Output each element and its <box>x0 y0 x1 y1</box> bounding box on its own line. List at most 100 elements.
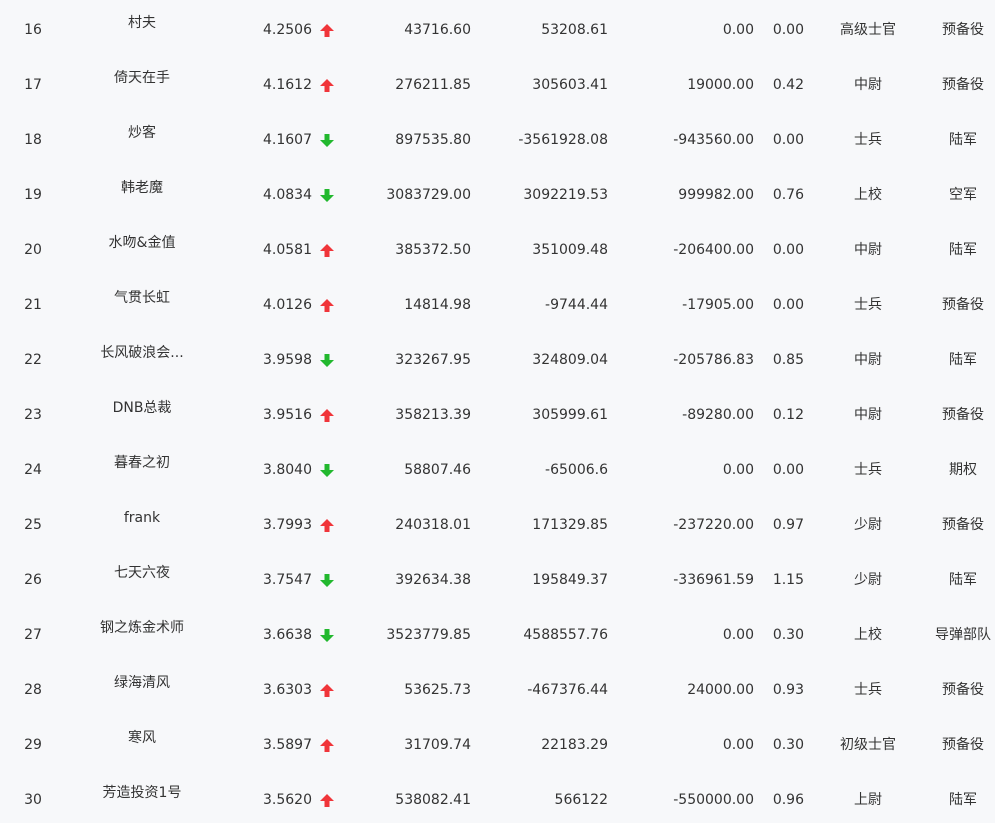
arrow-up-icon <box>318 773 336 823</box>
arrow-down-icon <box>318 553 336 608</box>
cash-cell: 0.00 <box>722 627 754 643</box>
military-rank-cell: 中尉 <box>854 352 882 368</box>
cash-cell: -550000.00 <box>673 792 754 808</box>
profit-cell: -467376.44 <box>527 682 608 698</box>
military-rank-cell: 上校 <box>854 627 882 643</box>
military-rank-cell: 上校 <box>854 187 882 203</box>
name-cell[interactable]: DNB总裁 <box>52 381 232 436</box>
profit-cell: 351009.48 <box>532 242 608 258</box>
table-row: 30 芳造投资1号 3.5620 538082.41 566122 -550000.00 0… <box>0 773 995 823</box>
arrow-up-icon <box>318 3 336 58</box>
army-cell: 陆军 <box>949 572 977 588</box>
army-cell: 预备役 <box>942 297 984 313</box>
military-rank-cell: 士兵 <box>854 297 882 313</box>
profit-cell: 305603.41 <box>532 77 608 93</box>
arrow-down-icon <box>318 333 336 388</box>
military-rank-cell: 中尉 <box>854 77 882 93</box>
arrow-down-icon <box>318 168 336 223</box>
ratio-cell: 1.15 <box>772 572 804 588</box>
ratio-cell: 0.76 <box>772 187 804 203</box>
cash-cell: -89280.00 <box>682 407 754 423</box>
cash-cell: -205786.83 <box>673 352 754 368</box>
military-rank-cell: 士兵 <box>854 682 882 698</box>
cash-cell: 999982.00 <box>678 187 754 203</box>
name-cell[interactable]: 韩老魔 <box>52 161 232 216</box>
total-asset-cell: 276211.85 <box>395 77 471 93</box>
table-row: 28 绿海清风 3.6303 53625.73 -467376.44 24000.00 0.… <box>0 663 995 718</box>
score-cell: 4.1607 <box>263 132 312 148</box>
military-rank-cell: 高级士官 <box>840 22 896 38</box>
name-cell[interactable]: 寒风 <box>52 711 232 766</box>
name-cell[interactable]: 绿海清风 <box>52 656 232 711</box>
cash-cell: -943560.00 <box>673 132 754 148</box>
arrow-up-icon <box>318 718 336 773</box>
total-asset-cell: 240318.01 <box>395 517 471 533</box>
army-cell: 陆军 <box>949 352 977 368</box>
score-cell: 3.9516 <box>263 407 312 423</box>
name-cell[interactable]: 倚天在手 <box>52 51 232 106</box>
name-cell[interactable]: 暮春之初 <box>52 436 232 491</box>
arrow-up-icon <box>318 388 336 443</box>
name-cell[interactable]: 芳造投资1号 <box>52 766 232 821</box>
arrow-up-icon <box>318 278 336 333</box>
military-rank-cell: 少尉 <box>854 517 882 533</box>
score-cell: 4.2506 <box>263 22 312 38</box>
name-cell[interactable]: 水吻&金值 <box>52 216 232 271</box>
total-asset-cell: 358213.39 <box>395 407 471 423</box>
name-cell[interactable]: 村夫 <box>52 0 232 51</box>
army-cell: 期权 <box>949 462 977 478</box>
score-cell: 3.7993 <box>263 517 312 533</box>
arrow-up-icon <box>318 223 336 278</box>
name-cell[interactable]: 炒客 <box>52 106 232 161</box>
name-cell[interactable]: 钢之炼金术师 <box>52 601 232 656</box>
name-cell[interactable]: 长风破浪会... <box>52 326 232 381</box>
score-cell: 3.8040 <box>263 462 312 478</box>
total-asset-cell: 3523779.85 <box>386 627 471 643</box>
score-cell: 3.5620 <box>263 792 312 808</box>
ratio-cell: 0.00 <box>772 462 804 478</box>
ratio-cell: 0.30 <box>772 737 804 753</box>
profit-cell: -3561928.08 <box>518 132 608 148</box>
cash-cell: -336961.59 <box>673 572 754 588</box>
total-asset-cell: 538082.41 <box>395 792 471 808</box>
military-rank-cell: 士兵 <box>854 132 882 148</box>
total-asset-cell: 385372.50 <box>395 242 471 258</box>
profit-cell: -9744.44 <box>545 297 608 313</box>
table-row: 25 frank 3.7993 240318.01 171329.85 -237220.0… <box>0 498 995 553</box>
name-cell[interactable]: frank <box>52 491 232 546</box>
cash-cell: 0.00 <box>722 737 754 753</box>
table-row: 29 寒风 3.5897 31709.74 22183.29 0.00 0.30 初级士官 预备… <box>0 718 995 773</box>
cash-cell: 0.00 <box>722 462 754 478</box>
ratio-cell: 0.96 <box>772 792 804 808</box>
ratio-cell: 0.93 <box>772 682 804 698</box>
table-row: 16 村夫 4.2506 43716.60 53208.61 0.00 0.00 高级士官 预备… <box>0 3 995 58</box>
score-cell: 3.7547 <box>263 572 312 588</box>
name-cell[interactable]: 气贯长虹 <box>52 271 232 326</box>
profit-cell: -65006.6 <box>545 462 608 478</box>
total-asset-cell: 58807.46 <box>404 462 471 478</box>
ranking-table: 16 村夫 4.2506 43716.60 53208.61 0.00 0.00 高级士官 预备… <box>0 0 995 823</box>
score-cell: 4.0126 <box>263 297 312 313</box>
score-cell: 3.5897 <box>263 737 312 753</box>
army-cell: 预备役 <box>942 407 984 423</box>
ratio-cell: 0.00 <box>772 242 804 258</box>
arrow-up-icon <box>318 58 336 113</box>
total-asset-cell: 53625.73 <box>404 682 471 698</box>
name-cell[interactable]: 七天六夜 <box>52 546 232 601</box>
table-row: 20 水吻&金值 4.0581 385372.50 351009.48 -206400.0… <box>0 223 995 278</box>
cash-cell: -206400.00 <box>673 242 754 258</box>
table-row: 18 炒客 4.1607 897535.80 -3561928.08 -943560.00… <box>0 113 995 168</box>
table-row: 17 倚天在手 4.1612 276211.85 305603.41 19000.00 0.… <box>0 58 995 113</box>
total-asset-cell: 43716.60 <box>404 22 471 38</box>
total-asset-cell: 14814.98 <box>404 297 471 313</box>
military-rank-cell: 中尉 <box>854 407 882 423</box>
score-cell: 3.9598 <box>263 352 312 368</box>
army-cell: 预备役 <box>942 682 984 698</box>
arrow-down-icon <box>318 443 336 498</box>
table-row: 27 钢之炼金术师 3.6638 3523779.85 4588557.76 0.00 0.… <box>0 608 995 663</box>
arrow-down-icon <box>318 113 336 168</box>
table-row: 22 长风破浪会... 3.9598 323267.95 324809.04 -20578… <box>0 333 995 388</box>
ratio-cell: 0.97 <box>772 517 804 533</box>
table-row: 23 DNB总裁 3.9516 358213.39 305999.61 -89280.00… <box>0 388 995 443</box>
military-rank-cell: 士兵 <box>854 462 882 478</box>
